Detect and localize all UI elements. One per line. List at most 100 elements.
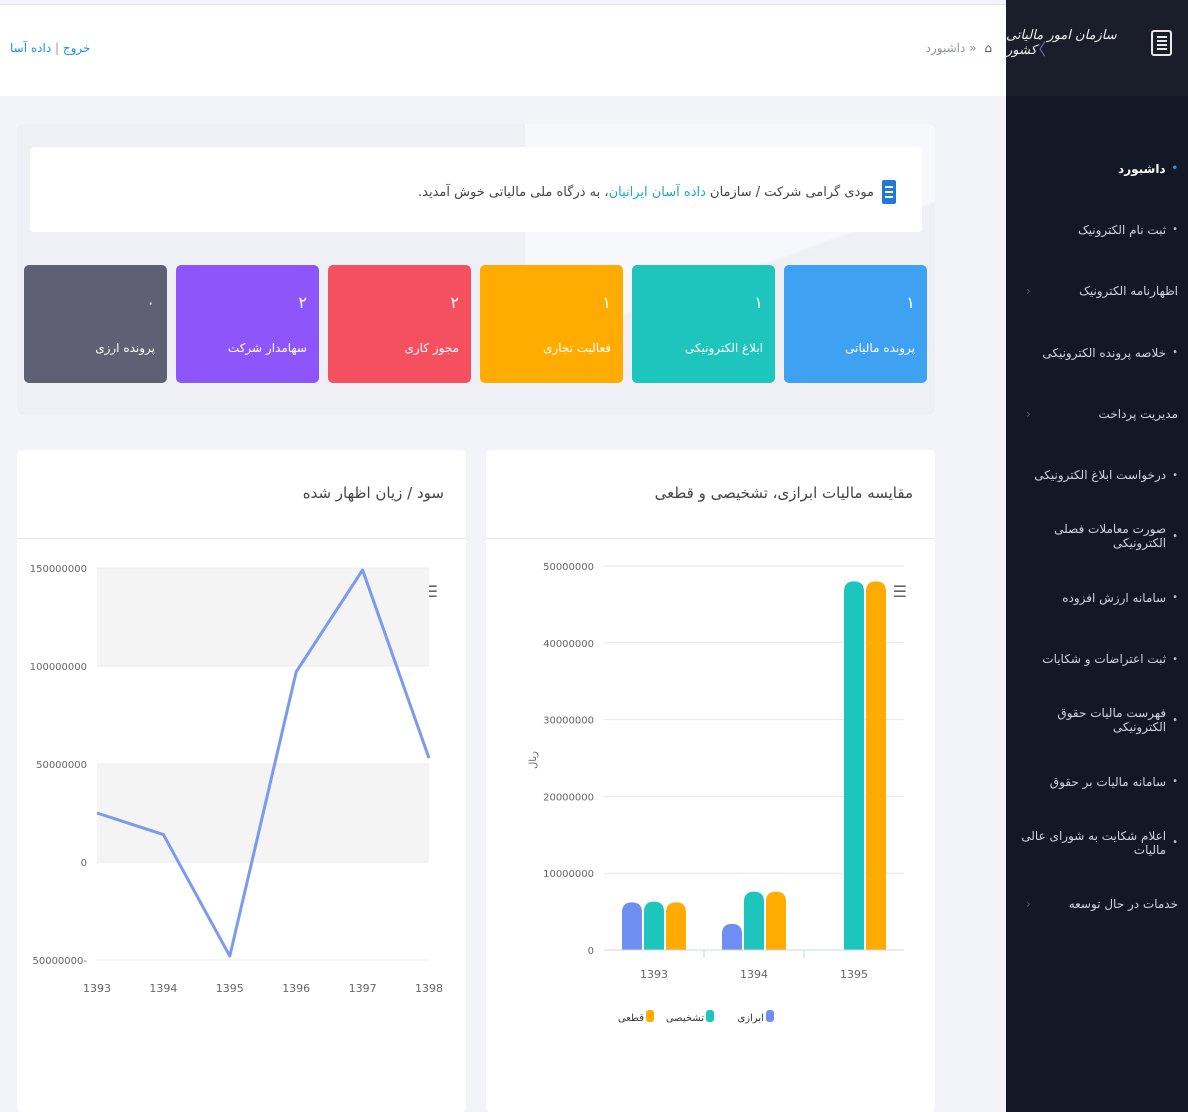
sidebar-item-label: اظهارنامه الکترونیک <box>1079 284 1178 299</box>
x-tick-label: 1395 <box>840 968 868 981</box>
welcome-text-after: ، به درگاه ملی مالیاتی خوش آمدید. <box>418 184 609 200</box>
bullet-icon: • <box>1172 653 1178 665</box>
stat-card[interactable]: ۱ فعالیت تجاری <box>480 265 623 383</box>
y-tick-label: 100000000 <box>30 662 87 673</box>
bullet-icon: • <box>1171 163 1178 175</box>
emblem-icon <box>1150 30 1172 56</box>
stat-card[interactable]: ۲ مجوز کاری <box>328 265 471 383</box>
bar-chart-title: مقایسه مالیات ابرازی، تشخیصی و قطعی <box>654 484 913 502</box>
sidebar-item[interactable]: • اعلام شکایت به شورای عالی مالیات <box>1006 812 1188 873</box>
breadcrumb: ⌂ « داشبورد <box>926 41 992 55</box>
sidebar-menu: • داشبورد • ثبت نام الکترونیک اظهارنامه الکت… <box>1006 138 1188 935</box>
y-tick-label: 50000000 <box>36 760 87 771</box>
stat-card-count: ۱ <box>754 293 763 312</box>
x-tick-label: 1395 <box>216 982 244 995</box>
chevron-left-icon: ‹ <box>1026 284 1031 299</box>
bullet-icon: • <box>1172 530 1178 542</box>
company-name[interactable]: داده آسان ایرانیان <box>609 185 706 200</box>
sidebar-item-label: فهرست مالیات حقوق الکترونیکی <box>1057 706 1167 735</box>
sidebar-item[interactable]: • فهرست مالیات حقوق الکترونیکی <box>1006 690 1188 751</box>
sidebar-item-label: خلاصه پرونده الکترونیکی <box>1042 345 1167 360</box>
link-separator: | <box>55 41 60 55</box>
welcome-box: مودی گرامی شرکت / سازمان داده آسان ایران… <box>30 147 922 232</box>
sidebar-toggle-icon[interactable]: 〈 <box>1030 36 1046 60</box>
bullet-icon: • <box>1172 347 1178 359</box>
breadcrumb-separator: « <box>969 41 977 55</box>
sidebar-item[interactable]: • سامانه ارزش افزوده <box>1006 567 1188 628</box>
stat-card[interactable]: ۲ سهامدار شرکت <box>176 265 319 383</box>
sidebar-item[interactable]: • ثبت اعتراضات و شکایات <box>1006 628 1188 689</box>
stat-card-label: سهامدار شرکت <box>227 341 307 355</box>
legend-swatch <box>706 1010 714 1022</box>
sidebar-item[interactable]: • سامانه مالیات بر حقوق <box>1006 751 1188 812</box>
stat-card[interactable]: ۱ پرونده مالیاتی <box>784 265 927 383</box>
welcome-panel: مودی گرامی شرکت / سازمان داده آسان ایران… <box>17 124 935 415</box>
tax-comparison-card: مقایسه مالیات ابرازی، تشخیصی و قطعی ☰ 01… <box>486 450 935 1112</box>
y-tick-label: 50000000 <box>543 562 594 573</box>
stat-card-count: ۲ <box>450 293 459 312</box>
y-tick-label: 0 <box>81 858 87 869</box>
bullet-icon: • <box>1172 776 1178 788</box>
y-tick-label: 10000000 <box>543 869 594 880</box>
sidebar-item[interactable]: • خلاصه پرونده الکترونیکی <box>1006 322 1188 383</box>
sidebar-item[interactable]: • درخواست ابلاغ الکترونیکی <box>1006 444 1188 505</box>
stat-card-label: پرونده ارزی <box>95 341 155 355</box>
welcome-message: مودی گرامی شرکت / سازمان داده آسان ایران… <box>418 180 896 204</box>
y-tick-label: 150000000 <box>30 564 87 575</box>
stat-card-label: ابلاغ الکترونیکی <box>684 341 763 355</box>
bullet-icon: • <box>1172 837 1178 849</box>
stat-card[interactable]: ۰ پرونده ارزی <box>24 265 167 383</box>
sidebar-item-label: خدمات در حال توسعه <box>1068 897 1178 912</box>
legend-label: ابرازی <box>737 1013 764 1024</box>
sidebar-item[interactable]: اظهارنامه الکترونیک ‹ <box>1006 261 1188 322</box>
x-tick-label: 1394 <box>149 982 177 995</box>
legend-label: قطعی <box>618 1013 644 1024</box>
sidebar: سازمان امور مالیاتی کشور 〈 • داشبورد • ثبت … <box>1006 0 1188 1112</box>
y-tick-label: 0 <box>588 946 594 957</box>
profit-loss-card: سود / زیان اظهار شده ☰ 50000000- 0 5000000… <box>17 450 466 1112</box>
y-axis-label: ریال <box>528 751 539 769</box>
home-icon[interactable]: ⌂ <box>984 41 992 55</box>
breadcrumb-dashboard[interactable]: داشبورد <box>926 41 966 55</box>
x-tick-label: 1393 <box>640 968 668 981</box>
stat-card[interactable]: ۱ ابلاغ الکترونیکی <box>632 265 775 383</box>
bar <box>766 891 786 950</box>
sidebar-item[interactable]: خدمات در حال توسعه ‹ <box>1006 874 1188 935</box>
legend-swatch <box>766 1010 774 1022</box>
stat-card-count: ۱ <box>906 293 915 312</box>
line-chart-title: سود / زیان اظهار شده <box>302 484 444 502</box>
divider <box>486 538 935 539</box>
user-link[interactable]: داده آسا <box>10 41 51 55</box>
building-icon <box>882 180 896 204</box>
logo-text: سازمان امور مالیاتی کشور <box>1006 28 1117 58</box>
y-tick-label: 40000000 <box>543 639 594 650</box>
stat-card-label: پرونده مالیاتی <box>845 341 915 355</box>
sidebar-item[interactable]: • داشبورد <box>1006 138 1188 199</box>
sidebar-item[interactable]: • صورت معاملات فصلی الکترونیکی <box>1006 506 1188 567</box>
sidebar-item-label: سامانه ارزش افزوده <box>1062 590 1167 605</box>
x-tick-label: 1397 <box>349 982 377 995</box>
sidebar-item-label: ثبت نام الکترونیک <box>1077 222 1167 237</box>
stat-cards: ۱ پرونده مالیاتی ۱ ابلاغ الکترونیکی ۱ فعالیت … <box>24 265 927 383</box>
top-bar: خروج | داده آسا ⌂ « داشبورد <box>0 4 1006 96</box>
chevron-left-icon: ‹ <box>1026 406 1031 421</box>
stat-card-count: ۲ <box>298 293 307 312</box>
stat-card-count: ۰ <box>146 293 155 312</box>
x-tick-label: 1393 <box>83 982 111 995</box>
sidebar-item-label: صورت معاملات فصلی الکترونیکی <box>1054 522 1167 551</box>
sidebar-item-label: ثبت اعتراضات و شکایات <box>1042 652 1167 667</box>
x-tick-label: 1396 <box>282 982 310 995</box>
sidebar-item-label: اعلام شکایت به شورای عالی مالیات <box>1021 828 1167 857</box>
exit-link[interactable]: خروج <box>63 41 91 55</box>
sidebar-item[interactable]: مدیریت پرداخت ‹ <box>1006 383 1188 444</box>
line-chart: 50000000- 0 50000000 100000000 150000000 1393… <box>30 564 443 995</box>
legend-swatch <box>646 1010 654 1022</box>
chevron-left-icon: ‹ <box>1026 897 1031 912</box>
user-links: خروج | داده آسا <box>10 41 90 55</box>
bar <box>666 902 686 950</box>
sidebar-header: سازمان امور مالیاتی کشور 〈 <box>1006 0 1188 96</box>
sidebar-item-label: مدیریت پرداخت <box>1098 406 1178 421</box>
sidebar-item[interactable]: • ثبت نام الکترونیک <box>1006 199 1188 260</box>
bullet-icon: • <box>1172 592 1178 604</box>
bar-chart: 0 10000000 20000000 30000000 40000000 5000000… <box>528 562 904 1024</box>
